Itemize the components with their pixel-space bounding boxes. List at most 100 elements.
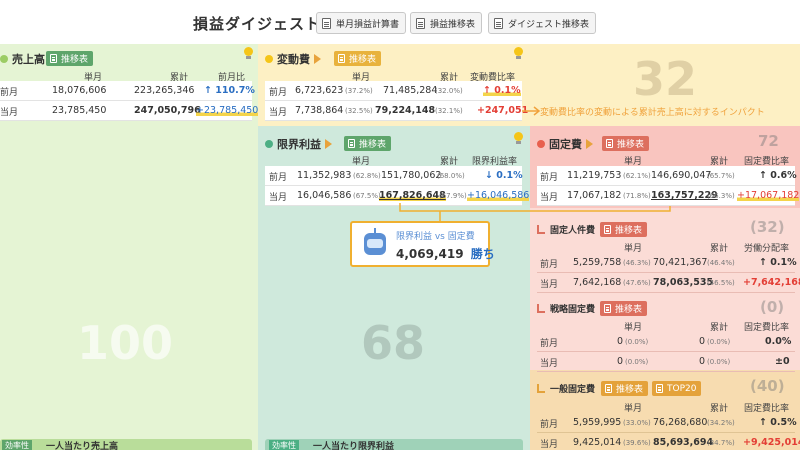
row-label: 当月 — [540, 280, 559, 290]
row-label: 前月 — [0, 88, 19, 98]
page-title: 損益ダイジェスト — [193, 15, 322, 33]
row-label: 当月 — [269, 193, 288, 203]
strategic-trend-label: 推移表 — [615, 305, 643, 315]
sales-prev-ratio: ↑ 110.7% — [204, 85, 255, 96]
top20-button[interactable]: TOP20 — [652, 381, 702, 396]
corner-icon — [537, 384, 545, 393]
margin-cur-monthly: 16,046,586 — [297, 190, 352, 201]
strategic-table: 前月 0 (0.0%) 0 (0.0%) 0.0% 当月 0 (0.0%) 0 … — [537, 332, 795, 372]
general-prev-cumulative: 76,268,680 — [653, 417, 708, 428]
fixed-trend-button[interactable]: 推移表 — [602, 136, 650, 151]
fixed-prev-cumulative: 146,690,047 — [651, 170, 712, 181]
personnel-trend-button[interactable]: 推移表 — [600, 222, 648, 237]
variable-cur-monthly: 7,738,864 — [295, 105, 344, 116]
table-row: 前月 11,219,753 (62.1%) 146,690,047 (65.7%… — [537, 166, 797, 186]
impact-note: 変動費比率の変動による累計売上高に対するインパクト — [540, 108, 765, 118]
table-row: 当月 7,642,168 (47.6%) 78,063,535 (46.5%) … — [537, 273, 800, 293]
general-title: 一般固定費 — [537, 382, 595, 395]
sales-table: 前月 18,076,606 223,265,346 ↑ 110.7% 当月 23… — [0, 81, 259, 121]
play-arrow-icon — [325, 139, 332, 149]
corner-icon — [537, 304, 545, 313]
play-arrow-icon — [586, 139, 593, 149]
sales-cur-cumulative: 247,050,796 — [134, 105, 201, 116]
personnel-prev-cumulative: 70,421,367 — [653, 257, 708, 268]
red-dot-icon — [537, 140, 545, 148]
sales-big-number: 100 — [76, 316, 174, 370]
document-icon — [605, 384, 612, 393]
margin-big-number: 68 — [360, 316, 425, 370]
strategic-prev-monthly-pct: (0.0%) — [625, 338, 649, 346]
general-cur-cumulative-pct: (34.7%) — [707, 439, 735, 447]
margin-prev-cumulative: 151,780,062 — [381, 170, 442, 181]
yellow-dot-icon — [265, 55, 273, 63]
document-icon — [50, 54, 57, 63]
lightbulb-icon[interactable] — [514, 132, 523, 144]
personnel-title-label: 固定人件費 — [550, 226, 596, 236]
variable-title-label: 変動費 — [277, 53, 310, 66]
strategic-prev-cumulative-pct: (0.0%) — [707, 338, 731, 346]
general-title-label: 一般固定費 — [550, 385, 596, 395]
general-trend-button[interactable]: 推移表 — [601, 381, 649, 396]
general-cur-monthly-pct: (39.6%) — [623, 439, 651, 447]
monthly-pl-button-label: 単月損益計算書 — [336, 19, 400, 30]
margin-per-person-label: 一人当たり限界利益 — [313, 442, 395, 450]
variable-prev-monthly: 6,723,623 — [295, 85, 344, 96]
callout-value: 4,069,419 — [396, 247, 464, 261]
digest-trend-button[interactable]: ダイジェスト推移表 — [488, 12, 597, 34]
sales-per-person-label: 一人当たり売上高 — [46, 442, 119, 450]
variable-prev-cumulative: 71,485,284 — [383, 85, 438, 96]
general-prev-cumulative-pct: (34.2%) — [707, 419, 735, 427]
table-row: 前月 0 (0.0%) 0 (0.0%) 0.0% — [537, 332, 795, 352]
personnel-title: 固定人件費 — [537, 223, 595, 236]
table-row: 当月 7,738,864 (32.5%) 79,224,148 (32.1%) … — [265, 101, 528, 121]
sales-trend-label: 推移表 — [61, 55, 89, 65]
personnel-prev-monthly: 5,259,758 — [573, 257, 622, 268]
document-icon — [338, 54, 345, 63]
variable-prev-cumulative-pct: (32.0%) — [435, 87, 463, 95]
general-table: 前月 5,959,995 (33.0%) 76,268,680 (34.2%) … — [537, 413, 800, 450]
row-label: 前月 — [540, 339, 559, 349]
document-icon — [604, 225, 611, 234]
callout-value-row: 4,069,419 勝ち — [396, 245, 495, 262]
corner-icon — [537, 225, 545, 234]
table-row: 前月 11,352,983 (62.8%) 151,780,062 (68.0%… — [265, 166, 523, 186]
document-icon — [322, 17, 331, 29]
fixed-prev-ratio: ↑ 0.6% — [759, 170, 797, 181]
strategic-cur-cumulative-pct: (0.0%) — [707, 358, 731, 366]
fixed-prev-monthly-pct: (62.1%) — [623, 172, 651, 180]
monthly-pl-button[interactable]: 単月損益計算書 — [316, 12, 407, 34]
fixed-big-number: 72 — [758, 132, 779, 150]
play-arrow-icon — [314, 54, 321, 64]
margin-per-person-header: 効率性 一人当たり限界利益 — [265, 439, 523, 450]
personnel-cur-monthly-pct: (47.6%) — [623, 279, 651, 287]
variable-trend-label: 推移表 — [349, 55, 377, 65]
personnel-cur-diff: +7,642,168 — [743, 277, 800, 288]
personnel-cur-monthly: 7,642,168 — [573, 277, 622, 288]
sales-trend-button[interactable]: 推移表 — [46, 51, 94, 66]
lightbulb-icon[interactable] — [244, 47, 253, 59]
callout-result: 勝ち — [470, 247, 495, 261]
general-cur-diff: +9,425,014 — [743, 437, 800, 448]
table-row: 当月 9,425,014 (39.6%) 85,693,694 (34.7%) … — [537, 433, 800, 450]
personnel-table: 前月 5,259,758 (46.3%) 70,421,367 (46.4%) … — [537, 253, 800, 293]
sales-prev-cumulative: 223,265,346 — [134, 85, 195, 96]
personnel-prev-ratio: ↑ 0.1% — [759, 257, 797, 268]
sales-title-label: 売上高 — [12, 53, 45, 66]
pl-trend-button[interactable]: 損益推移表 — [410, 12, 483, 34]
header: 損益ダイジェスト 単月損益計算書 損益推移表 ダイジェスト推移表 — [0, 0, 800, 44]
row-label: 前月 — [540, 260, 559, 270]
variable-cur-cumulative-pct: (32.1%) — [435, 107, 463, 115]
row-label: 前月 — [269, 88, 288, 98]
margin-vs-fixed-callout: 限界利益 vs 固定費 4,069,419 勝ち — [350, 221, 495, 267]
margin-prev-cumulative-pct: (68.0%) — [437, 172, 465, 180]
document-icon — [348, 139, 355, 148]
strategic-prev-cumulative: 0 — [699, 336, 706, 347]
strategic-trend-button[interactable]: 推移表 — [600, 301, 648, 316]
margin-trend-button[interactable]: 推移表 — [344, 136, 392, 151]
fixed-prev-cumulative-pct: (65.7%) — [707, 172, 735, 180]
callout-title: 限界利益 vs 固定費 — [396, 232, 475, 242]
margin-prev-ratio: ↓ 0.1% — [485, 170, 523, 181]
variable-trend-button[interactable]: 推移表 — [334, 51, 382, 66]
green-dot-icon — [265, 140, 273, 148]
lightbulb-icon[interactable] — [514, 47, 523, 59]
